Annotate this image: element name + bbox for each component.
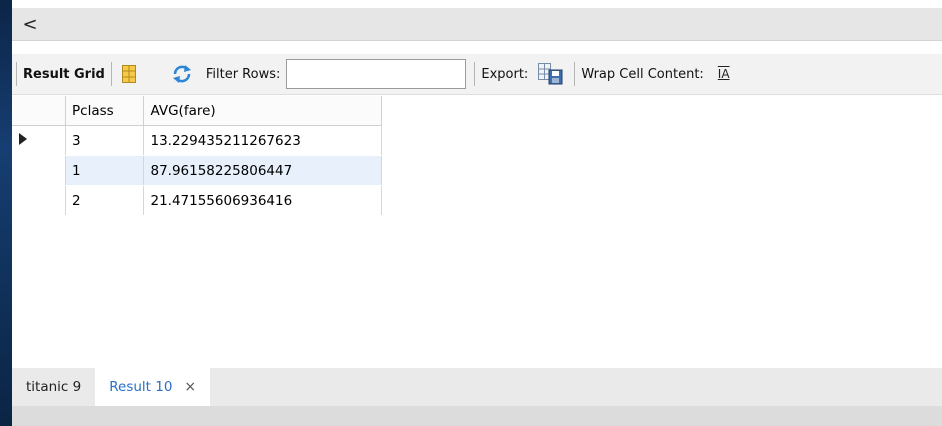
tab-result-10[interactable]: Result 10 × [95, 368, 211, 406]
column-header-pclass[interactable]: Pclass [65, 96, 145, 126]
tab-titanic-9[interactable]: titanic 9 [12, 368, 95, 406]
wrap-cell-content-label: Wrap Cell Content: [581, 66, 704, 82]
result-grid-button[interactable]: Result Grid [23, 67, 105, 82]
row-selector-header [12, 96, 66, 126]
cell-pclass[interactable]: 1 [65, 155, 145, 186]
row-selector[interactable] [12, 155, 66, 186]
scroll-left-button[interactable]: < [18, 12, 42, 36]
row-selector[interactable] [12, 185, 66, 216]
cell-avg-fare[interactable]: 13.229435211267623 [143, 125, 382, 156]
tab-scroll-strip: < [12, 8, 942, 41]
table-row[interactable]: 3 13.229435211267623 [12, 125, 382, 156]
toolbar-separator [474, 62, 476, 86]
cell-avg-fare[interactable]: 87.96158225806447 [143, 155, 382, 186]
result-grid: Pclass AVG(fare) 3 13.229435211267623 1 … [12, 96, 382, 216]
wrap-text-icon[interactable]: IA [718, 67, 730, 81]
result-tabs: titanic 9 Result 10 × [12, 368, 942, 406]
result-toolbar: Result Grid Filter Rows: Export: Wrap Ce… [12, 54, 942, 95]
toolbar-separator [110, 62, 112, 86]
table-row[interactable]: 1 87.96158225806447 [12, 155, 382, 186]
tab-label: titanic 9 [26, 379, 82, 395]
export-label: Export: [481, 66, 529, 82]
export-icon[interactable] [538, 63, 564, 85]
grid-header-row: Pclass AVG(fare) [12, 96, 382, 126]
cell-avg-fare[interactable]: 21.47155606936416 [143, 185, 382, 216]
status-strip [12, 406, 942, 426]
tab-label: Result 10 [109, 379, 173, 395]
grid-form-icon[interactable] [121, 65, 136, 83]
toolbar-separator [574, 62, 576, 86]
wrap-text-glyph: IA [717, 67, 730, 81]
close-icon[interactable]: × [184, 379, 196, 395]
table-row[interactable]: 2 21.47155606936416 [12, 185, 382, 216]
filter-rows-input[interactable] [286, 59, 467, 89]
cell-pclass[interactable]: 3 [65, 125, 145, 156]
filter-rows-label: Filter Rows: [205, 66, 281, 82]
result-panel: < Result Grid Filter Rows: Export: Wrap … [12, 0, 942, 426]
column-header-avg-fare[interactable]: AVG(fare) [143, 96, 382, 126]
toolbar-separator [16, 62, 17, 86]
row-selector[interactable] [12, 125, 66, 156]
cell-pclass[interactable]: 2 [65, 185, 145, 216]
current-row-arrow-icon [19, 132, 27, 145]
chevron-left-icon: < [22, 13, 38, 35]
refresh-icon[interactable] [172, 65, 192, 83]
